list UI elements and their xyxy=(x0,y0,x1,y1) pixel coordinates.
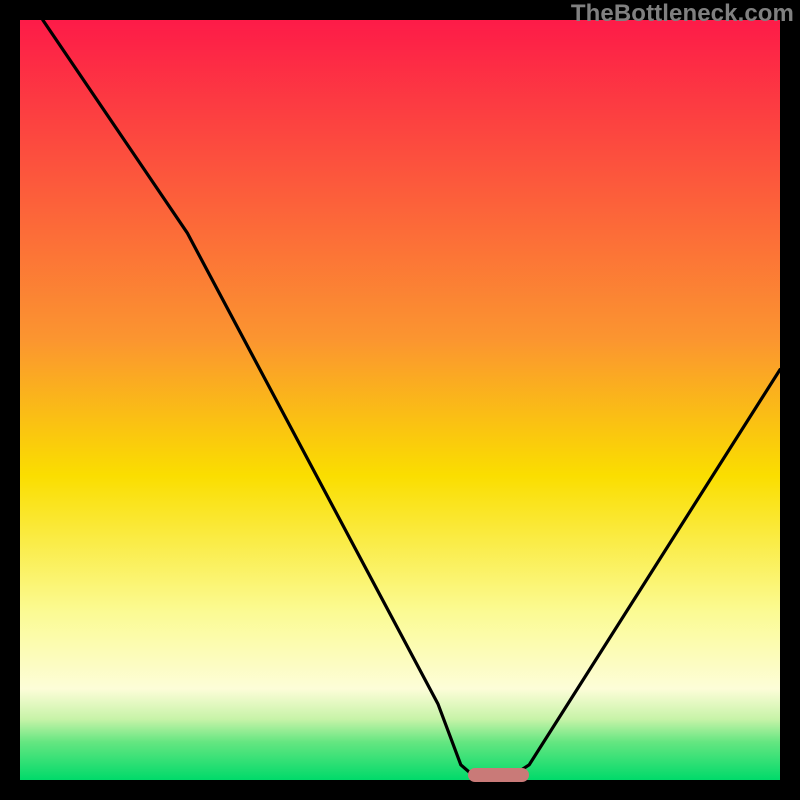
optimal-marker xyxy=(468,768,529,782)
chart-frame: TheBottleneck.com xyxy=(0,0,800,800)
watermark-label: TheBottleneck.com xyxy=(571,0,794,28)
plot-area xyxy=(20,20,780,780)
bottleneck-curve xyxy=(20,20,780,780)
